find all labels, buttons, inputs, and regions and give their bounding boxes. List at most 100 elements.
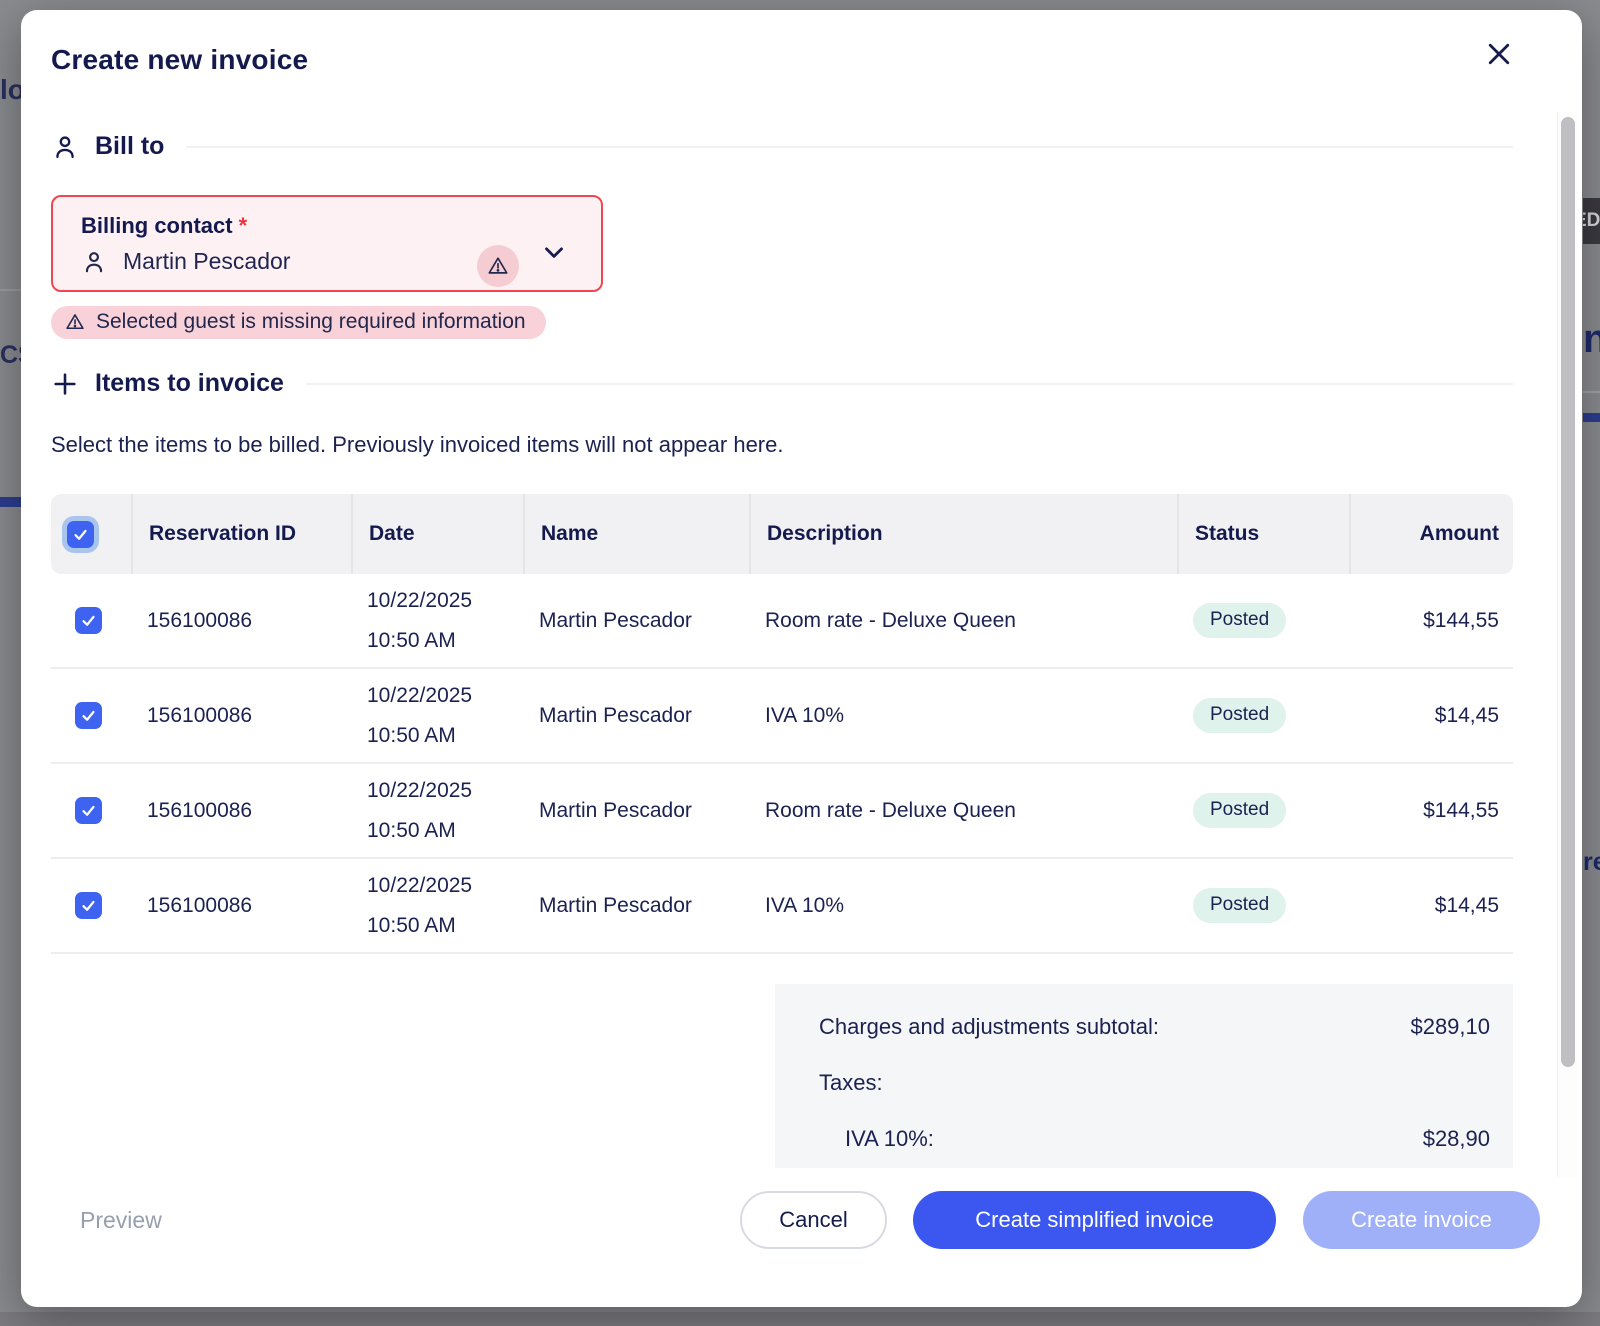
background-divider-fragment	[0, 289, 21, 291]
check-icon	[80, 612, 97, 629]
status-badge: Posted	[1193, 888, 1286, 923]
cell-name: Martin Pescador	[523, 704, 749, 728]
subtotal-label: Charges and adjustments subtotal:	[819, 1012, 1159, 1042]
cell-description: IVA 10%	[749, 894, 1177, 918]
table-row: 156100086 10/22/2025 10:50 AM Martin Pes…	[51, 859, 1513, 954]
close-button[interactable]	[1484, 38, 1516, 70]
bill-to-section-header: Bill to	[51, 132, 1513, 161]
cell-date: 10/22/2025 10:50 AM	[351, 676, 523, 756]
person-icon	[81, 249, 107, 275]
cell-status: Posted	[1177, 888, 1349, 923]
cell-reservation-id: 156100086	[131, 799, 351, 823]
error-pill: Selected guest is missing required infor…	[51, 306, 546, 339]
cell-status: Posted	[1177, 603, 1349, 638]
select-all-checkbox[interactable]	[67, 521, 94, 548]
modal-header: Create new invoice	[21, 10, 1582, 76]
check-icon	[72, 526, 89, 543]
background-divider-fragment	[1582, 391, 1600, 393]
warning-circle	[477, 245, 519, 287]
background-text-fragment: CS	[0, 341, 21, 371]
totals-panel: Charges and adjustments subtotal: $289,1…	[775, 984, 1513, 1168]
modal-footer: Preview Cancel Create simplified invoice…	[21, 1177, 1582, 1307]
taxes-label: Taxes:	[819, 1068, 883, 1098]
items-section-header: Items to invoice	[51, 369, 1513, 398]
create-invoice-modal: Create new invoice Bill to Bill	[21, 10, 1582, 1307]
status-badge: Posted	[1193, 603, 1286, 638]
error-message: Selected guest is missing required infor…	[96, 310, 526, 334]
row-checkbox[interactable]	[75, 607, 102, 634]
background-text-fragment: re	[1583, 848, 1600, 878]
status-badge: Posted	[1193, 793, 1286, 828]
warning-icon	[487, 255, 509, 277]
cell-status: Posted	[1177, 698, 1349, 733]
status-badge: Posted	[1193, 698, 1286, 733]
tax-line-label: IVA 10%:	[845, 1124, 934, 1154]
subtotal-value: $289,10	[1410, 1012, 1490, 1042]
table-row: 156100086 10/22/2025 10:50 AM Martin Pes…	[51, 574, 1513, 669]
create-invoice-button[interactable]: Create invoice	[1303, 1191, 1540, 1249]
cell-date: 10/22/2025 10:50 AM	[351, 581, 523, 661]
billing-contact-label: Billing contact*	[81, 213, 577, 239]
column-header-date: Date	[351, 494, 523, 574]
cancel-button[interactable]: Cancel	[740, 1191, 887, 1249]
column-header-status: Status	[1177, 494, 1349, 574]
modal-title: Create new invoice	[51, 44, 1552, 76]
tax-line-row: IVA 10%: $28,90	[819, 1124, 1490, 1154]
section-divider	[186, 146, 1513, 148]
cell-name: Martin Pescador	[523, 609, 749, 633]
page-background: { "modal": { "title": "Create new invoic…	[0, 0, 1600, 1326]
row-checkbox[interactable]	[75, 702, 102, 729]
taxes-row: Taxes:	[819, 1068, 1490, 1098]
bill-to-title: Bill to	[95, 132, 164, 161]
required-asterisk: *	[239, 213, 248, 238]
person-icon	[51, 133, 79, 161]
scrollbar-track[interactable]	[1557, 112, 1578, 1177]
cell-description: Room rate - Deluxe Queen	[749, 799, 1177, 823]
background-blue-bar-fragment	[1583, 413, 1600, 422]
cell-amount: $144,55	[1349, 799, 1513, 823]
select-all-checkbox-ring	[62, 516, 99, 553]
create-simplified-invoice-button[interactable]: Create simplified invoice	[913, 1191, 1276, 1249]
background-text-fragment: lo	[0, 74, 21, 108]
select-all-cell	[51, 494, 131, 574]
column-header-name: Name	[523, 494, 749, 574]
column-header-reservation-id: Reservation ID	[131, 494, 351, 574]
background-bottom-strip	[0, 1312, 1600, 1326]
background-blue-bar-fragment	[0, 497, 21, 507]
chevron-down-icon[interactable]	[539, 237, 569, 267]
items-table: Reservation ID Date Name Description Sta…	[51, 494, 1513, 954]
cell-date: 10/22/2025 10:50 AM	[351, 771, 523, 851]
billing-contact-error-row: Selected guest is missing required infor…	[51, 292, 1513, 339]
cell-amount: $144,55	[1349, 609, 1513, 633]
modal-scroll-area[interactable]: Bill to Billing contact* Martin Pescador	[21, 112, 1582, 1177]
table-header-row: Reservation ID Date Name Description Sta…	[51, 494, 1513, 574]
row-checkbox[interactable]	[75, 797, 102, 824]
plus-icon	[51, 370, 79, 398]
cell-amount: $14,45	[1349, 704, 1513, 728]
cell-name: Martin Pescador	[523, 799, 749, 823]
tax-line-value: $28,90	[1423, 1124, 1490, 1154]
cell-description: IVA 10%	[749, 704, 1177, 728]
background-text-fragment: n	[1583, 318, 1600, 360]
cell-reservation-id: 156100086	[131, 704, 351, 728]
cell-reservation-id: 156100086	[131, 894, 351, 918]
close-icon	[1484, 39, 1516, 69]
cell-name: Martin Pescador	[523, 894, 749, 918]
preview-button[interactable]: Preview	[80, 1191, 162, 1249]
check-icon	[80, 707, 97, 724]
section-divider	[306, 383, 1513, 385]
scrollbar-thumb[interactable]	[1561, 117, 1575, 1067]
billing-contact-select[interactable]: Billing contact* Martin Pescador	[51, 195, 603, 292]
cell-date: 10/22/2025 10:50 AM	[351, 866, 523, 946]
row-checkbox[interactable]	[75, 892, 102, 919]
items-title: Items to invoice	[95, 369, 284, 398]
cell-description: Room rate - Deluxe Queen	[749, 609, 1177, 633]
billing-contact-value: Martin Pescador	[123, 248, 290, 275]
items-description: Select the items to be billed. Previousl…	[51, 432, 1513, 458]
check-icon	[80, 802, 97, 819]
cell-status: Posted	[1177, 793, 1349, 828]
cell-amount: $14,45	[1349, 894, 1513, 918]
warning-icon	[65, 312, 85, 332]
column-header-description: Description	[749, 494, 1177, 574]
background-badge-fragment: ED	[1583, 198, 1600, 244]
